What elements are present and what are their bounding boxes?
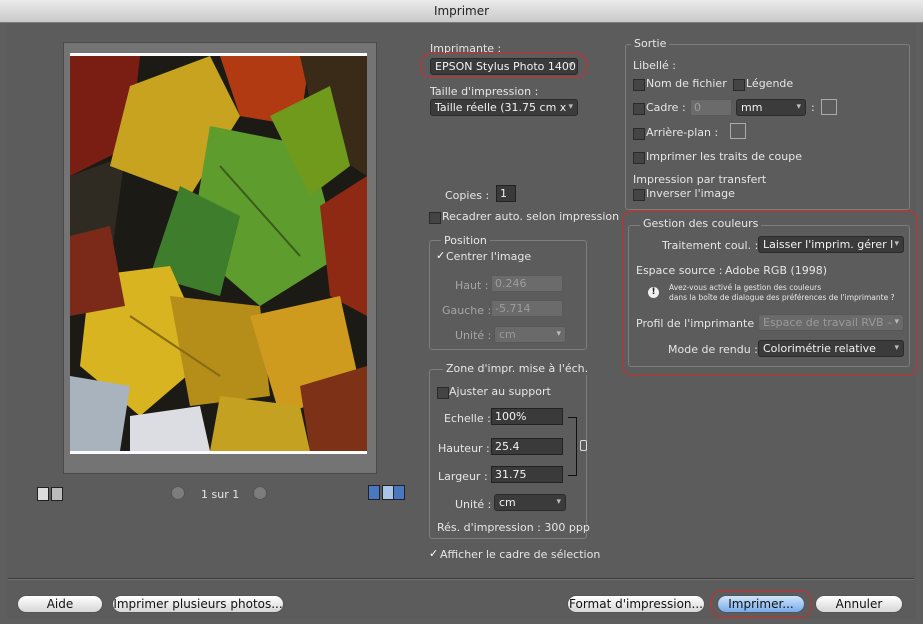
legende-checkbox[interactable] bbox=[733, 79, 745, 91]
recadrer-checkbox[interactable] bbox=[429, 212, 441, 224]
page-indicator: 1 sur 1 bbox=[201, 488, 240, 501]
position-unite-value: cm bbox=[499, 328, 516, 341]
zone-unite-value: cm bbox=[499, 496, 516, 509]
legende-label: Légende bbox=[746, 77, 794, 90]
zone-unite-select[interactable]: cm ▾ bbox=[494, 494, 566, 511]
sortie-title: Sortie bbox=[631, 37, 670, 50]
title-bar: Imprimer bbox=[0, 0, 923, 23]
traits-coupe-label: Imprimer les traits de coupe bbox=[646, 150, 802, 163]
footer-separator bbox=[8, 578, 914, 580]
arriere-plan-label: Arrière-plan : bbox=[646, 126, 719, 139]
copies-input[interactable]: 1 bbox=[496, 185, 516, 202]
chevron-down-icon: ▾ bbox=[568, 102, 573, 112]
print-size-label: Taille d'impression : bbox=[430, 85, 539, 98]
resolution-text: Rés. d'impression : 300 ppp bbox=[437, 521, 590, 534]
aide-button[interactable]: Aide bbox=[17, 595, 103, 613]
copies-label: Copies : bbox=[445, 189, 490, 202]
imprimer-plusieurs-button[interactable]: Imprimer plusieurs photos... bbox=[112, 595, 284, 613]
print-size-value: Taille réelle (31.75 cm x bbox=[435, 101, 567, 114]
highlight-couleurs bbox=[622, 210, 918, 376]
arriere-plan-swatch[interactable] bbox=[730, 123, 746, 139]
inverser-label: Inverser l'image bbox=[646, 187, 735, 200]
position-unite-label: Unité : bbox=[455, 329, 492, 342]
position-unite-select[interactable]: cm ▾ bbox=[494, 326, 566, 343]
haut-input[interactable]: 0.246 bbox=[491, 275, 563, 292]
chevron-down-icon: ▾ bbox=[796, 102, 801, 112]
chevron-down-icon: ▾ bbox=[556, 329, 561, 339]
echelle-input[interactable]: 100% bbox=[491, 408, 563, 425]
highlight-imprimer bbox=[711, 590, 812, 618]
nom-fichier-checkbox[interactable] bbox=[633, 79, 645, 91]
nom-fichier-label: Nom de fichier bbox=[646, 77, 727, 90]
arriere-plan-checkbox[interactable] bbox=[633, 128, 645, 140]
window-title: Imprimer bbox=[433, 4, 490, 18]
libelle-label: Libellé : bbox=[633, 59, 677, 72]
gauche-input[interactable]: -5.714 bbox=[491, 300, 563, 317]
page-bottom-edge bbox=[70, 451, 367, 454]
next-page-icon[interactable] bbox=[253, 486, 267, 500]
hauteur-input[interactable]: 25.4 bbox=[491, 438, 563, 455]
paper-white-icon[interactable] bbox=[393, 485, 405, 500]
cadre-label: Cadre : bbox=[646, 101, 686, 114]
echelle-label: Echelle : bbox=[444, 412, 491, 425]
cadre-colon: : bbox=[811, 101, 815, 114]
centrer-label: Centrer l'image bbox=[446, 250, 532, 263]
match-color-icon[interactable] bbox=[368, 485, 380, 500]
inverser-checkbox[interactable] bbox=[633, 189, 645, 201]
hauteur-label: Hauteur : bbox=[438, 442, 490, 455]
largeur-label: Largeur : bbox=[438, 470, 488, 483]
afficher-cadre-checkbox[interactable]: ✓ bbox=[429, 548, 439, 559]
centrer-checkbox[interactable]: ✓ bbox=[436, 250, 446, 261]
recadrer-label: Recadrer auto. selon impression bbox=[442, 210, 620, 223]
proportion-bracket bbox=[568, 417, 577, 476]
preview-image bbox=[70, 56, 367, 451]
zone-title: Zone d'impr. mise à l'éch. bbox=[443, 362, 592, 375]
previous-page-icon[interactable] bbox=[171, 486, 185, 500]
cadre-unit-select[interactable]: mm ▾ bbox=[736, 99, 806, 116]
leaves-photo bbox=[70, 56, 367, 451]
cadre-checkbox[interactable] bbox=[633, 103, 645, 115]
zone-unite-label: Unité : bbox=[455, 498, 492, 511]
position-title: Position bbox=[441, 234, 490, 247]
landscape-orientation-icon[interactable] bbox=[51, 487, 63, 501]
annuler-button[interactable]: Annuler bbox=[815, 595, 903, 613]
ajuster-checkbox[interactable] bbox=[437, 387, 449, 399]
highlight-printer bbox=[420, 53, 587, 78]
link-icon[interactable] bbox=[580, 440, 587, 451]
largeur-input[interactable]: 31.75 bbox=[491, 466, 563, 483]
format-impression-button[interactable]: Format d'impression... bbox=[567, 595, 705, 613]
traits-coupe-checkbox[interactable] bbox=[633, 152, 645, 164]
haut-label: Haut : bbox=[455, 279, 489, 292]
cadre-color-swatch[interactable] bbox=[821, 99, 837, 115]
portrait-orientation-icon[interactable] bbox=[37, 487, 49, 501]
chevron-down-icon: ▾ bbox=[556, 497, 561, 507]
transfert-label: Impression par transfert bbox=[633, 173, 767, 186]
gauche-label: Gauche : bbox=[442, 304, 492, 317]
print-size-select[interactable]: Taille réelle (31.75 cm x ▾ bbox=[430, 99, 578, 116]
afficher-cadre-label: Afficher le cadre de sélection bbox=[440, 548, 601, 561]
cadre-unit-value: mm bbox=[741, 101, 763, 114]
cadre-input[interactable]: 0 bbox=[690, 99, 732, 116]
ajuster-label: Ajuster au support bbox=[449, 385, 551, 398]
